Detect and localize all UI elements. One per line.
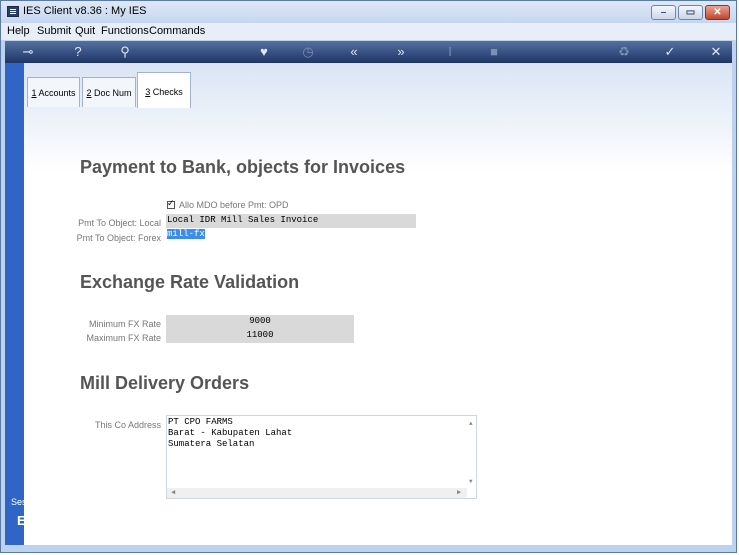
clock-icon[interactable]: ◷ [299,44,317,60]
tab-checks-label: Checks [150,87,183,97]
horizontal-scrollbar[interactable]: ◀ ▶ [167,488,467,498]
min-fx-field[interactable]: 9000 [166,315,354,329]
close-icon[interactable]: ✕ [707,44,725,60]
check-icon[interactable]: ✓ [661,44,679,60]
scroll-left-icon[interactable]: ◀ [171,488,175,499]
minimize-button[interactable]: – [651,5,676,20]
tab-doc-num[interactable]: 2 Doc Num [82,77,136,107]
scroll-down-icon[interactable]: ▼ [469,476,473,487]
min-fx-label: Minimum FX Rate [88,319,161,329]
title-bar: IES Client v8.36 : My IES – ▭ ✕ [1,1,736,23]
pmt-forex-label: Pmt To Object: Forex [76,233,161,243]
menu-help[interactable]: Help [7,25,30,37]
pmt-forex-value: mill-fx [167,229,205,239]
maximize-button[interactable]: ▭ [678,5,703,20]
maximize-icon: ▭ [685,7,696,18]
heart-icon[interactable]: ♥ [255,44,273,60]
minimize-icon: – [660,7,667,18]
key-icon[interactable]: ⊸ [15,44,41,60]
scroll-right-icon[interactable]: ▶ [457,488,461,499]
max-fx-label: Maximum FX Rate [86,333,161,343]
menu-commands[interactable]: Commands [149,25,205,37]
pmt-local-field[interactable]: Local IDR Mill Sales Invoice [166,214,416,228]
recycle-icon[interactable]: ♻ [615,44,633,60]
tab-accounts[interactable]: 1 Accounts [27,77,80,107]
tab-doc-num-label: Doc Num [91,88,132,98]
search-icon[interactable]: ⚲ [116,44,134,60]
tab-checks[interactable]: 3 Checks [137,72,191,108]
tab-accounts-label: Accounts [36,88,76,98]
app-icon[interactable] [7,6,19,17]
allo-mdo-label: Allo MDO before Pmt: OPD [179,200,289,210]
stop-icon[interactable]: ■ [485,44,503,60]
co-address-textarea[interactable]: PT CPO FARMS Barat - Kabupaten Lahat Sum… [166,415,477,499]
close-window-button[interactable]: ✕ [705,5,730,20]
section-title-payment: Payment to Bank, objects for Invoices [80,157,406,177]
menu-quit[interactable]: Quit [75,25,95,37]
section-title-mdo: Mill Delivery Orders [80,373,250,393]
help-icon[interactable]: ? [69,44,87,60]
pmt-forex-field[interactable]: mill-fx [166,228,416,242]
address-line: Sumatera Selatan [168,439,255,449]
co-address-label: This Co Address [94,420,161,430]
allo-mdo-checkbox[interactable] [167,198,175,209]
section-title-exchange: Exchange Rate Validation [80,272,300,292]
main-panel: 1 Accounts 2 Doc Num 3 Checks Payment to… [24,63,732,545]
close-icon: ✕ [713,7,722,18]
pmt-local-label: Pmt To Object: Local [78,218,161,228]
text-cursor-icon[interactable]: I [441,44,459,60]
menu-bar: Help Submit Quit Functions Commands [1,23,736,41]
menu-submit[interactable]: Submit [37,25,71,37]
menu-functions[interactable]: Functions [101,25,149,37]
address-line: Barat - Kabupaten Lahat [168,428,293,438]
window-title: IES Client v8.36 : My IES [23,5,147,17]
scroll-up-icon[interactable]: ▲ [469,418,473,429]
address-line: PT CPO FARMS [168,417,233,427]
max-fx-field[interactable]: 11000 [166,329,354,343]
toolbar: ⊸ ? ⚲ ♥ ◷ « » I ■ ♻ ✓ ✕ [5,41,732,63]
fast-forward-icon[interactable]: » [392,44,410,60]
app-window: IES Client v8.36 : My IES – ▭ ✕ Help Sub… [0,0,737,553]
session-sidebar: Ses E [5,63,27,545]
rewind-icon[interactable]: « [345,44,363,60]
